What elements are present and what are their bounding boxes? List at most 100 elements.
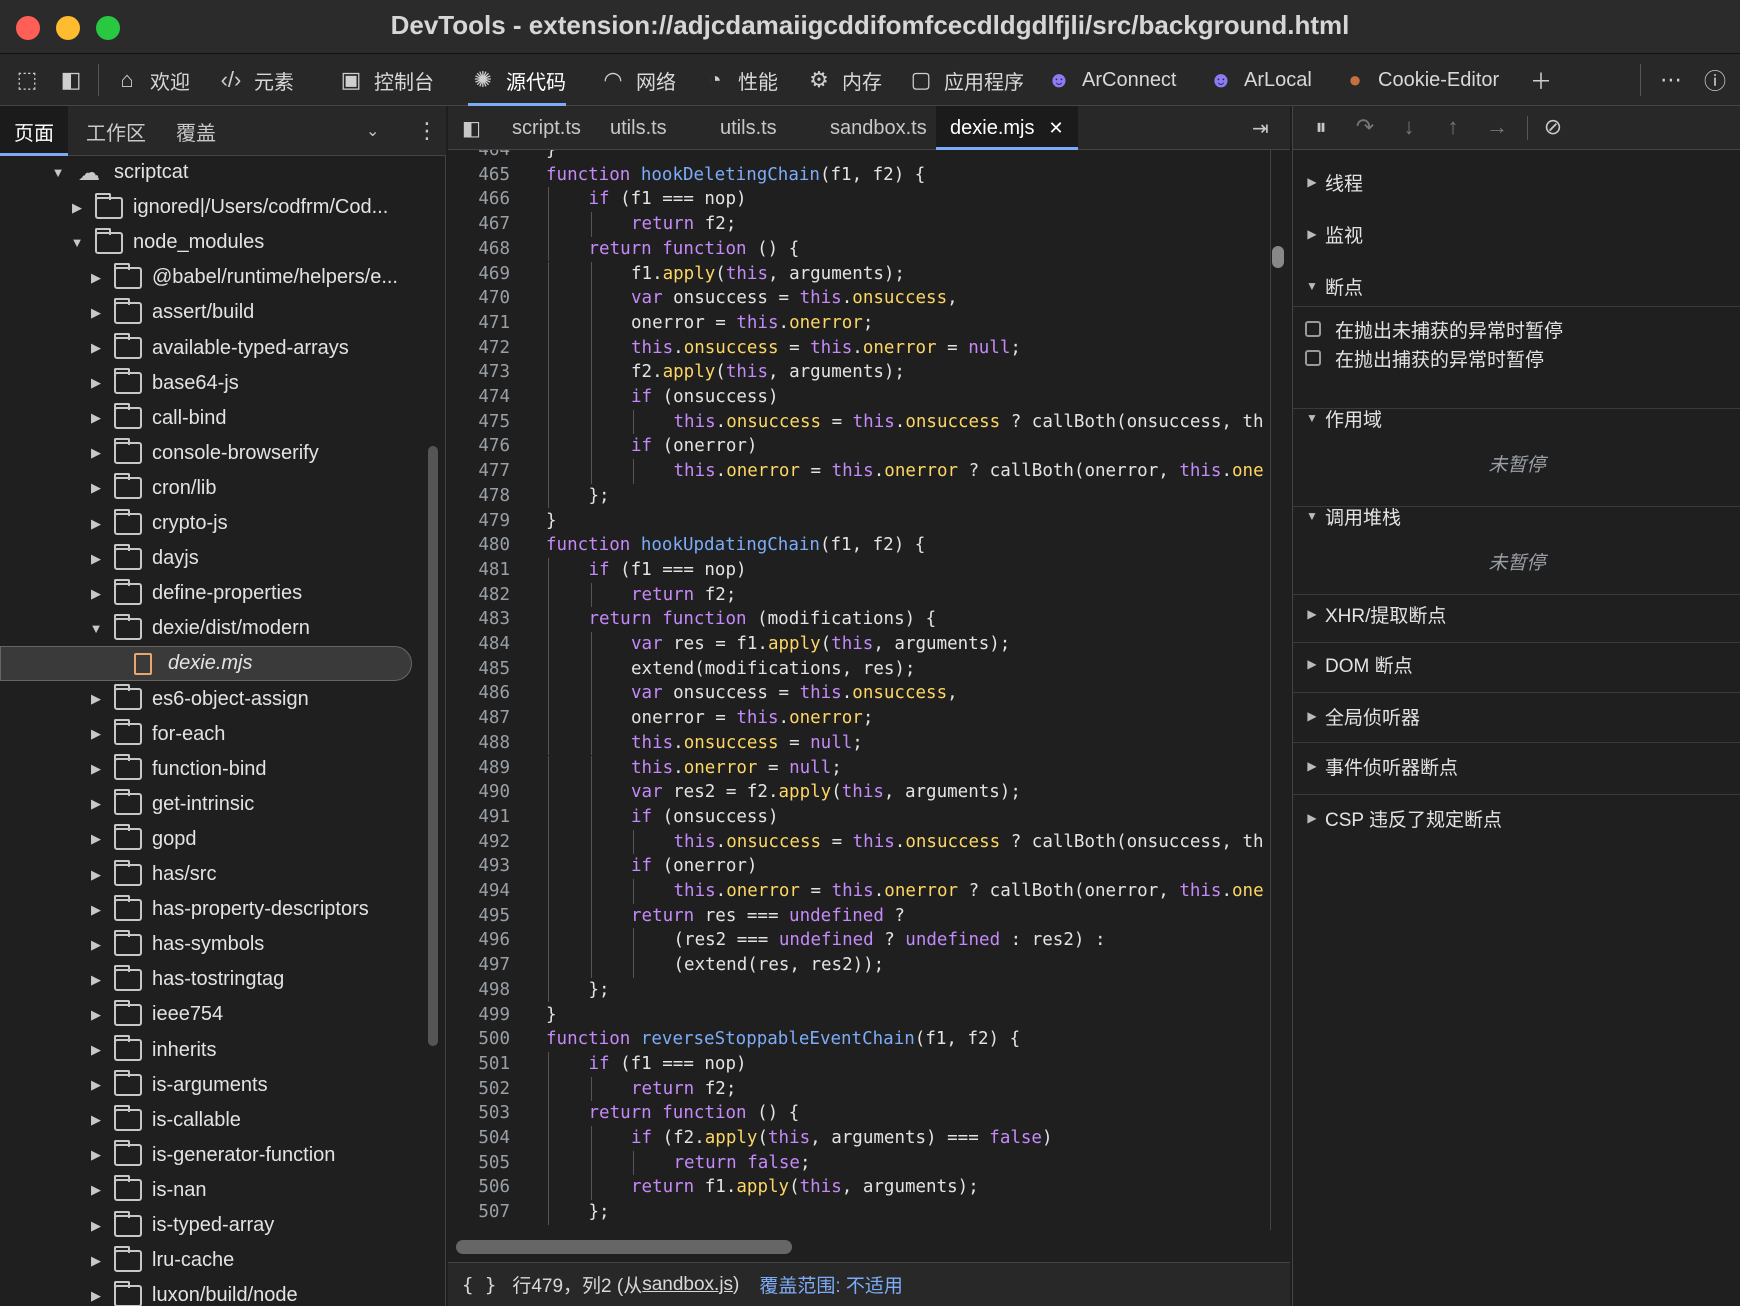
code-area[interactable]: 464} 465 function hookDeletingChain(f1, f2… bbox=[448, 150, 1268, 1230]
code-line[interactable]: 494 this.onerror = this.onerror ? callBot… bbox=[448, 879, 1268, 904]
section-header[interactable]: ▼ 断点 bbox=[1293, 266, 1740, 306]
line-number[interactable]: 504 bbox=[448, 1126, 510, 1151]
editor-horizontal-scrollbar[interactable] bbox=[456, 1240, 792, 1254]
line-number[interactable]: 490 bbox=[448, 780, 510, 805]
caret-right-icon[interactable]: ▶ bbox=[86, 972, 106, 988]
tree-folder-item[interactable]: ▶ cron/lib bbox=[0, 471, 420, 506]
caret-down-icon[interactable]: ▼ bbox=[48, 165, 68, 180]
caret-right-icon[interactable]: ▶ bbox=[86, 902, 106, 918]
tab-arconnect[interactable]: ☻ ArConnect bbox=[1044, 54, 1176, 106]
caret-right-icon[interactable]: ▶ bbox=[86, 516, 106, 532]
editor-vertical-scrollbar[interactable] bbox=[1272, 246, 1284, 268]
caret-right-icon[interactable]: ▶ bbox=[86, 726, 106, 742]
caret-right-icon[interactable]: ▶ bbox=[86, 1182, 106, 1198]
editor-tab[interactable]: script.ts bbox=[502, 106, 591, 150]
code-line[interactable]: 493 if (onerror) bbox=[448, 854, 1268, 879]
code-line[interactable]: 476 if (onerror) bbox=[448, 434, 1268, 460]
caret-down-icon[interactable]: ▼ bbox=[86, 621, 106, 636]
tab-cookie[interactable]: ● Cookie-Editor bbox=[1340, 54, 1499, 106]
code-line[interactable]: 470 var onsuccess = this.onsuccess, bbox=[448, 286, 1268, 311]
checkbox-box[interactable] bbox=[1305, 321, 1321, 337]
line-number[interactable]: 468 bbox=[448, 237, 510, 262]
pause-exception-checkbox[interactable]: 在抛出捕获的异常时暂停 bbox=[1305, 345, 1544, 371]
tree-folder-item[interactable]: ▶ define-properties bbox=[0, 576, 420, 611]
caret-right-icon[interactable]: ▶ bbox=[86, 1147, 106, 1163]
caret-right-icon[interactable]: ▶ bbox=[86, 1218, 106, 1234]
checkbox-box[interactable] bbox=[1305, 350, 1321, 366]
tab-code[interactable]: ‹/› 元素 bbox=[216, 54, 294, 106]
caret-right-icon[interactable]: ▶ bbox=[86, 867, 106, 883]
line-number[interactable]: 500 bbox=[448, 1027, 510, 1052]
line-number[interactable]: 495 bbox=[448, 904, 510, 929]
caret-right-icon[interactable]: ▶ bbox=[67, 200, 87, 216]
inspect-element-icon[interactable]: ⬚ bbox=[12, 66, 42, 94]
line-number[interactable]: 486 bbox=[448, 681, 510, 706]
toggle-navigator-icon[interactable]: ◧ bbox=[462, 106, 481, 150]
code-line[interactable]: 477 this.onerror = this.onerror ? callBot… bbox=[448, 459, 1268, 484]
tab-page[interactable]: 页面 bbox=[0, 106, 68, 156]
code-line[interactable]: 504 if (f2.apply(this, arguments) === fal… bbox=[448, 1126, 1268, 1151]
line-number[interactable]: 484 bbox=[448, 632, 510, 657]
step-icon[interactable]: → bbox=[1481, 114, 1513, 142]
line-number[interactable]: 492 bbox=[448, 830, 510, 855]
tree-folder-item[interactable]: ▶ is-typed-array bbox=[0, 1208, 420, 1243]
tree-folder-item[interactable]: ▶ has-property-descriptors bbox=[0, 892, 420, 927]
line-number[interactable]: 474 bbox=[448, 385, 510, 410]
line-number[interactable]: 494 bbox=[448, 879, 510, 904]
line-number[interactable]: 470 bbox=[448, 286, 510, 311]
code-line[interactable]: 467 return f2; bbox=[448, 212, 1268, 237]
line-number[interactable]: 497 bbox=[448, 953, 510, 978]
caret-right-icon[interactable]: ▶ bbox=[86, 1112, 106, 1128]
toggle-debugger-icon[interactable]: ⇥ bbox=[1252, 106, 1269, 150]
step-into-icon[interactable]: ↓ bbox=[1393, 114, 1425, 142]
tree-folder-item[interactable]: ▶ base64-js bbox=[0, 366, 420, 401]
line-number[interactable]: 466 bbox=[448, 187, 510, 212]
code-line[interactable]: 464} bbox=[448, 150, 1268, 163]
tree-folder-item[interactable]: ▶ ignored|/Users/codfrm/Cod... bbox=[0, 190, 420, 225]
line-number[interactable]: 489 bbox=[448, 756, 510, 781]
line-number[interactable]: 481 bbox=[448, 558, 510, 583]
line-number[interactable]: 479 bbox=[448, 509, 510, 534]
code-line[interactable]: 471 onerror = this.onerror; bbox=[448, 310, 1268, 336]
code-line[interactable]: 485 extend(modifications, res); bbox=[448, 656, 1268, 682]
more-options-icon[interactable]: ⋯ bbox=[1656, 66, 1686, 94]
caret-right-icon[interactable]: ▶ bbox=[86, 375, 106, 391]
tree-folder-item[interactable]: ▶ luxon/build/node bbox=[0, 1278, 420, 1306]
line-number[interactable]: 471 bbox=[448, 311, 510, 336]
tree-folder-item[interactable]: ▶ available-typed-arrays bbox=[0, 331, 420, 366]
tree-folder-item[interactable]: ▼ dexie/dist/modern bbox=[0, 611, 420, 646]
section-header[interactable]: ▶ 线程 bbox=[1293, 162, 1740, 202]
navigator-dropdown-icon[interactable]: ⌄ bbox=[366, 106, 379, 156]
code-line[interactable]: 465 function hookDeletingChain(f1, f2) { bbox=[448, 163, 1268, 188]
tree-file-item[interactable]: dexie.mjs bbox=[0, 646, 412, 682]
editor-tab[interactable]: sandbox.ts bbox=[820, 106, 937, 150]
caret-right-icon[interactable]: ▶ bbox=[86, 937, 106, 953]
tree-folder-item[interactable]: ▶ @babel/runtime/helpers/e... bbox=[0, 260, 420, 295]
line-number[interactable]: 493 bbox=[448, 854, 510, 879]
section-header[interactable]: ▶ XHR/提取断点 bbox=[1293, 594, 1740, 634]
code-line[interactable]: 505 return false; bbox=[448, 1150, 1268, 1176]
tree-folder-item[interactable]: ▶ crypto-js bbox=[0, 506, 420, 541]
step-out-icon[interactable]: ↑ bbox=[1437, 114, 1469, 142]
tab-overrides[interactable]: 覆盖 bbox=[176, 106, 216, 156]
caret-right-icon[interactable]: ▶ bbox=[86, 586, 106, 602]
code-line[interactable]: 492 this.onsuccess = this.onsuccess ? cal… bbox=[448, 829, 1268, 855]
tree-folder-item[interactable]: ▶ has/src bbox=[0, 857, 420, 892]
coverage-status[interactable]: 覆盖范围: 不适用 bbox=[759, 1271, 903, 1298]
tree-folder-item[interactable]: ▼ node_modules bbox=[0, 225, 420, 260]
section-header[interactable]: ▶ CSP 违反了规定断点 bbox=[1293, 798, 1740, 838]
line-number[interactable]: 483 bbox=[448, 607, 510, 632]
line-number[interactable]: 487 bbox=[448, 706, 510, 731]
code-line[interactable]: 488 this.onsuccess = null; bbox=[448, 730, 1268, 756]
tree-folder-item[interactable]: ▶ console-browserify bbox=[0, 436, 420, 471]
caret-right-icon[interactable]: ▶ bbox=[86, 1007, 106, 1023]
line-number[interactable]: 496 bbox=[448, 928, 510, 953]
pause-exception-checkbox[interactable]: 在抛出未捕获的异常时暂停 bbox=[1305, 316, 1563, 342]
tab-performance[interactable]: ◔ 性能 bbox=[700, 54, 778, 106]
navigator-more-icon[interactable]: ⋮ bbox=[416, 106, 438, 156]
line-number[interactable]: 469 bbox=[448, 262, 510, 287]
code-line[interactable]: 506 return f1.apply(this, arguments); bbox=[448, 1175, 1268, 1201]
line-number[interactable]: 480 bbox=[448, 533, 510, 558]
tree-folder-item[interactable]: ▶ is-callable bbox=[0, 1103, 420, 1138]
line-number[interactable]: 505 bbox=[448, 1151, 510, 1176]
